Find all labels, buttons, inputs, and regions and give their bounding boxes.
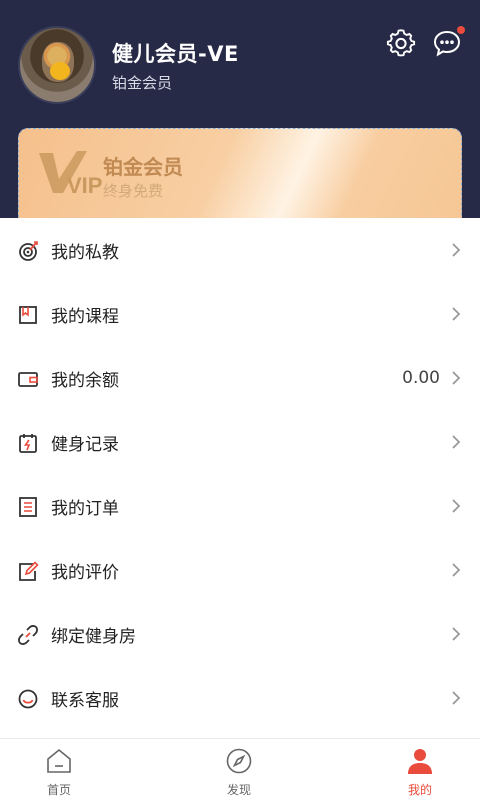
menu-label: 我的订单 (51, 498, 119, 519)
avatar-accent (50, 62, 70, 80)
chevron-right-icon (452, 691, 461, 705)
wallet-icon (18, 372, 38, 387)
balance-value: 0.00 (402, 368, 440, 388)
chevron-right-icon (452, 243, 461, 257)
menu-list: 我的私教 我的课程 我的余额 0.00 健身记录 我的订单 我的评价 绑定健身房… (0, 218, 480, 730)
order-icon (19, 497, 37, 517)
menu-item-customer-service[interactable]: 联系客服 (0, 666, 480, 730)
menu-label: 绑定健身房 (51, 626, 136, 647)
notification-dot (457, 26, 465, 34)
tab-label: 发现 (226, 783, 251, 797)
bookmark-icon (19, 306, 37, 324)
menu-item-courses[interactable]: 我的课程 (0, 282, 480, 346)
vip-logo-icon: VIP (39, 151, 102, 198)
menu-item-reviews[interactable]: 我的评价 (0, 538, 480, 602)
menu-item-fitness-record[interactable]: 健身记录 (0, 410, 480, 474)
menu-label: 联系客服 (51, 690, 119, 711)
username: 健儿会员-VE (112, 42, 239, 66)
avatar[interactable] (18, 26, 96, 104)
tab-discover[interactable]: 发现 (189, 739, 289, 800)
vip-subtitle: 终身免费 (103, 182, 164, 200)
chevron-right-icon (452, 371, 461, 385)
menu-item-bind-gym[interactable]: 绑定健身房 (0, 602, 480, 666)
chevron-right-icon (452, 435, 461, 449)
vip-title: 铂金会员 (103, 155, 183, 179)
link-icon (18, 625, 38, 645)
menu-item-orders[interactable]: 我的订单 (0, 474, 480, 538)
menu-label: 我的评价 (51, 562, 119, 583)
gear-icon (386, 29, 416, 57)
home-icon (47, 748, 71, 773)
menu-label: 我的课程 (51, 306, 119, 327)
target-icon (19, 241, 38, 261)
record-icon (19, 434, 37, 453)
chevron-right-icon (452, 499, 461, 513)
chevron-right-icon (452, 627, 461, 641)
bottom-tab-bar: 首页 发现 我的 (0, 738, 480, 800)
menu-label: 健身记录 (51, 434, 119, 455)
user-icon (408, 749, 432, 774)
member-level: 铂金会员 (112, 74, 173, 92)
tab-home[interactable]: 首页 (9, 739, 109, 800)
menu-item-private-coach[interactable]: 我的私教 (0, 218, 480, 282)
settings-button[interactable] (386, 28, 416, 58)
tab-label: 我的 (407, 783, 432, 797)
tab-label: 首页 (46, 783, 71, 797)
vip-logo-text: VIP (67, 173, 102, 198)
chevron-right-icon (452, 307, 461, 321)
edit-icon (19, 561, 39, 581)
vip-card[interactable]: VIP 铂金会员 终身免费 (18, 128, 462, 220)
menu-item-balance[interactable]: 我的余额 0.00 (0, 346, 480, 410)
menu-label: 我的私教 (51, 242, 119, 263)
compass-icon (226, 748, 252, 774)
customer-service-icon (18, 689, 38, 709)
chevron-right-icon (452, 563, 461, 577)
message-button[interactable] (432, 26, 465, 58)
menu-label: 我的余额 (51, 370, 119, 391)
tab-mine[interactable]: 我的 (370, 739, 470, 800)
